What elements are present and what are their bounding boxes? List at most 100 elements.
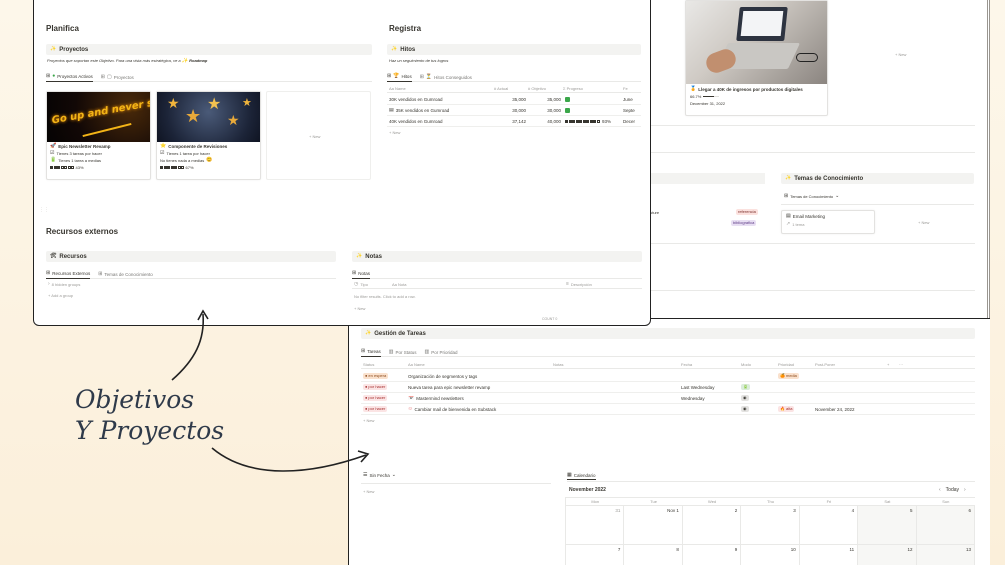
col-nota[interactable]: Aa Nota (390, 282, 564, 287)
temas-card[interactable]: ▤ Email Marketing ↗ 1 tema (781, 210, 875, 234)
task-name[interactable]: ♲ Cambiar mail de bienvenida en Substack (406, 407, 551, 412)
priority-badge: 🔥 alta (778, 406, 795, 412)
col-prioridad[interactable]: Prioridad (776, 362, 813, 367)
sin-fecha-new-button[interactable]: + New (363, 489, 374, 494)
gestion-new-button[interactable]: + New (361, 415, 975, 426)
trophy-icon: 🏆 (393, 73, 400, 79)
calendar-day[interactable]: 8 (624, 545, 683, 565)
smile-icon: 😊 (206, 157, 213, 163)
col-post-poner[interactable]: Post-Poner (813, 362, 885, 367)
table-row[interactable]: ● por hacer ♲ Cambiar mail de bienvenida … (361, 404, 975, 415)
calendar-day[interactable]: 11 (800, 545, 859, 565)
table-row[interactable]: ▤ 35K vendidos en Gumroad 30,000 30,000 S… (387, 105, 641, 116)
tag-bibliografica: bibliografica (731, 220, 757, 226)
add-group-button[interactable]: + Add a group (48, 293, 73, 298)
calendar-day[interactable]: 5 (858, 506, 917, 545)
goal-card-date: December 31, 2022 (690, 101, 726, 106)
star-graphic: ★ (207, 96, 222, 113)
calendar-day[interactable]: 31 (566, 506, 625, 545)
col-tipo[interactable]: ◷ Tipo (352, 282, 390, 287)
arrow-right-curve (211, 447, 367, 472)
gallery-icon: ⊞ (46, 73, 51, 79)
sparkle-icon: ✨ (181, 58, 188, 64)
progress-bar: 93% (561, 119, 621, 124)
table-row[interactable]: 30K vendidos en Gumroad 35,000 35,000 Ju… (387, 94, 641, 105)
proyectos-callout: ✨ Proyectos (46, 44, 372, 55)
task-name[interactable]: Nueva tarea para epic newsletter revamp (406, 385, 551, 390)
modo-badge: 🔋 (741, 384, 750, 390)
col-progreso[interactable]: Σ Progreso (561, 86, 621, 91)
roadmap-link[interactable]: Roadmap (189, 58, 207, 63)
tab-recursos-externos[interactable]: ⊞ Recursos Externos (46, 270, 91, 279)
tab-por-prioridad[interactable]: ▥ Por Prioridad (424, 348, 457, 357)
calendar-day[interactable]: 13 (916, 545, 975, 565)
col-modo[interactable]: Modo (739, 362, 776, 367)
tab-tareas[interactable]: ⊞ Tareas (361, 348, 381, 357)
col-descripcion[interactable]: ≡ Descripción (564, 282, 642, 287)
col-name[interactable]: Aa Name (406, 362, 551, 367)
table-row[interactable]: 40K vendidos en Gumroad 37,142 40,000 93… (387, 116, 641, 127)
table-row[interactable]: ● en espera Organización de segmentos y … (361, 371, 975, 382)
calendar-day[interactable]: 3 (741, 506, 800, 545)
tab-hitos[interactable]: ⊞ 🏆 Hitos (387, 73, 412, 82)
col-actual[interactable]: # Actual (492, 86, 526, 91)
notas-new-button[interactable]: + New (354, 306, 365, 311)
bottom-window: ✨ Gestión de Tareas ⊞ Tareas ▥ Por Status ▥… (348, 318, 990, 565)
drag-handle[interactable]: ⋮⋮ (39, 207, 49, 213)
medal-icon: 🏅 (690, 86, 697, 92)
calendar-day[interactable]: 12 (858, 545, 917, 565)
tab-notas[interactable]: ⊞ Notas (352, 270, 370, 279)
calendar-day[interactable]: 6 (916, 506, 975, 545)
col-objetivo[interactable]: # Objetivo (526, 86, 561, 91)
tabs-underline (781, 204, 974, 205)
sin-fecha-view[interactable]: ☰ Sin Fecha ⌄ (363, 472, 396, 479)
add-column-button[interactable]: + (885, 362, 897, 367)
task-name[interactable]: Organización de segmentos y tags (406, 374, 551, 379)
tab-temas-conocimiento[interactable]: ⊞ Temas de Conocimiento (98, 270, 152, 279)
divider (361, 483, 551, 484)
more-options-button[interactable]: ··· (897, 362, 909, 367)
page-icon: ▤ (786, 213, 791, 219)
star-graphic: ★ (227, 112, 240, 128)
project-card-epic-newsletter[interactable]: Go up and never stop 🚀 Epic Newsletter Re… (46, 91, 151, 180)
col-notas[interactable]: Notas (551, 362, 679, 367)
chevron-right-icon[interactable]: › (964, 487, 966, 493)
new-project-placeholder[interactable]: + New (266, 91, 371, 180)
today-button[interactable]: Today (946, 487, 959, 493)
col-name[interactable]: Aa Name (387, 86, 492, 91)
calendar-day[interactable]: 10 (741, 545, 800, 565)
new-card-button[interactable]: + New (895, 52, 906, 57)
temas-view-tab[interactable]: ⊞ Temas de Conocimiento ⌄ (784, 194, 839, 200)
col-fecha[interactable]: Fe (621, 86, 641, 91)
table-icon: ⊞ (98, 270, 103, 277)
calendar-day[interactable]: 2 (682, 506, 742, 545)
divider (650, 125, 975, 126)
tab-hitos-conseguidos[interactable]: ⊞ ⏳ Hitos Conseguidos (420, 73, 472, 82)
hourglass-icon: ⏳ (425, 73, 433, 80)
tab-por-status[interactable]: ▥ Por Status (389, 348, 417, 357)
task-name[interactable]: 📅 Mastermind newsletters (406, 396, 551, 401)
tab-calendario[interactable]: ▦ Calendario (567, 471, 596, 480)
calendar-day[interactable]: 7 (566, 545, 625, 565)
table-row[interactable]: ● por hacer Nueva tarea para epic newsle… (361, 382, 975, 393)
gestion-callout: ✨ Gestión de Tareas (361, 328, 975, 339)
hidden-groups-toggle[interactable]: › 8 hidden groups (48, 282, 80, 288)
project-card-componente-revisiones[interactable]: ★ ★ ★ ★ ★ ⭐ Componente de Revisiones ☑ Tie… (156, 91, 261, 180)
col-fecha[interactable]: Fecha (679, 362, 739, 367)
calendar-day[interactable]: 9 (683, 545, 742, 565)
temas-new-button[interactable]: + New (918, 220, 929, 225)
overlay-title-line2: Y Proyectos (75, 416, 225, 445)
calendar-day[interactable]: 4 (799, 506, 859, 545)
chevron-down-icon: ⌄ (391, 472, 396, 478)
chevron-left-icon[interactable]: ‹ (939, 487, 941, 493)
notas-empty-state[interactable]: No filter results. Click to add a row. (354, 294, 416, 299)
goal-card[interactable]: 🏅 Llegar a 40K de ingresos por productos … (685, 0, 828, 116)
tab-proyectos[interactable]: ⊞ ▢ Proyectos (101, 73, 134, 82)
hitos-new-button[interactable]: + New (387, 127, 641, 138)
tab-proyectos-activos[interactable]: ⊞ ● Proyectos Activos (46, 73, 93, 82)
divider (650, 243, 975, 244)
table-row[interactable]: ● por hacer 📅 Mastermind newsletters Wedn… (361, 393, 975, 404)
col-status[interactable]: Status (361, 362, 406, 367)
page-icon: ▤ (389, 107, 394, 113)
calendar-day[interactable]: Nov 1 (624, 506, 683, 545)
